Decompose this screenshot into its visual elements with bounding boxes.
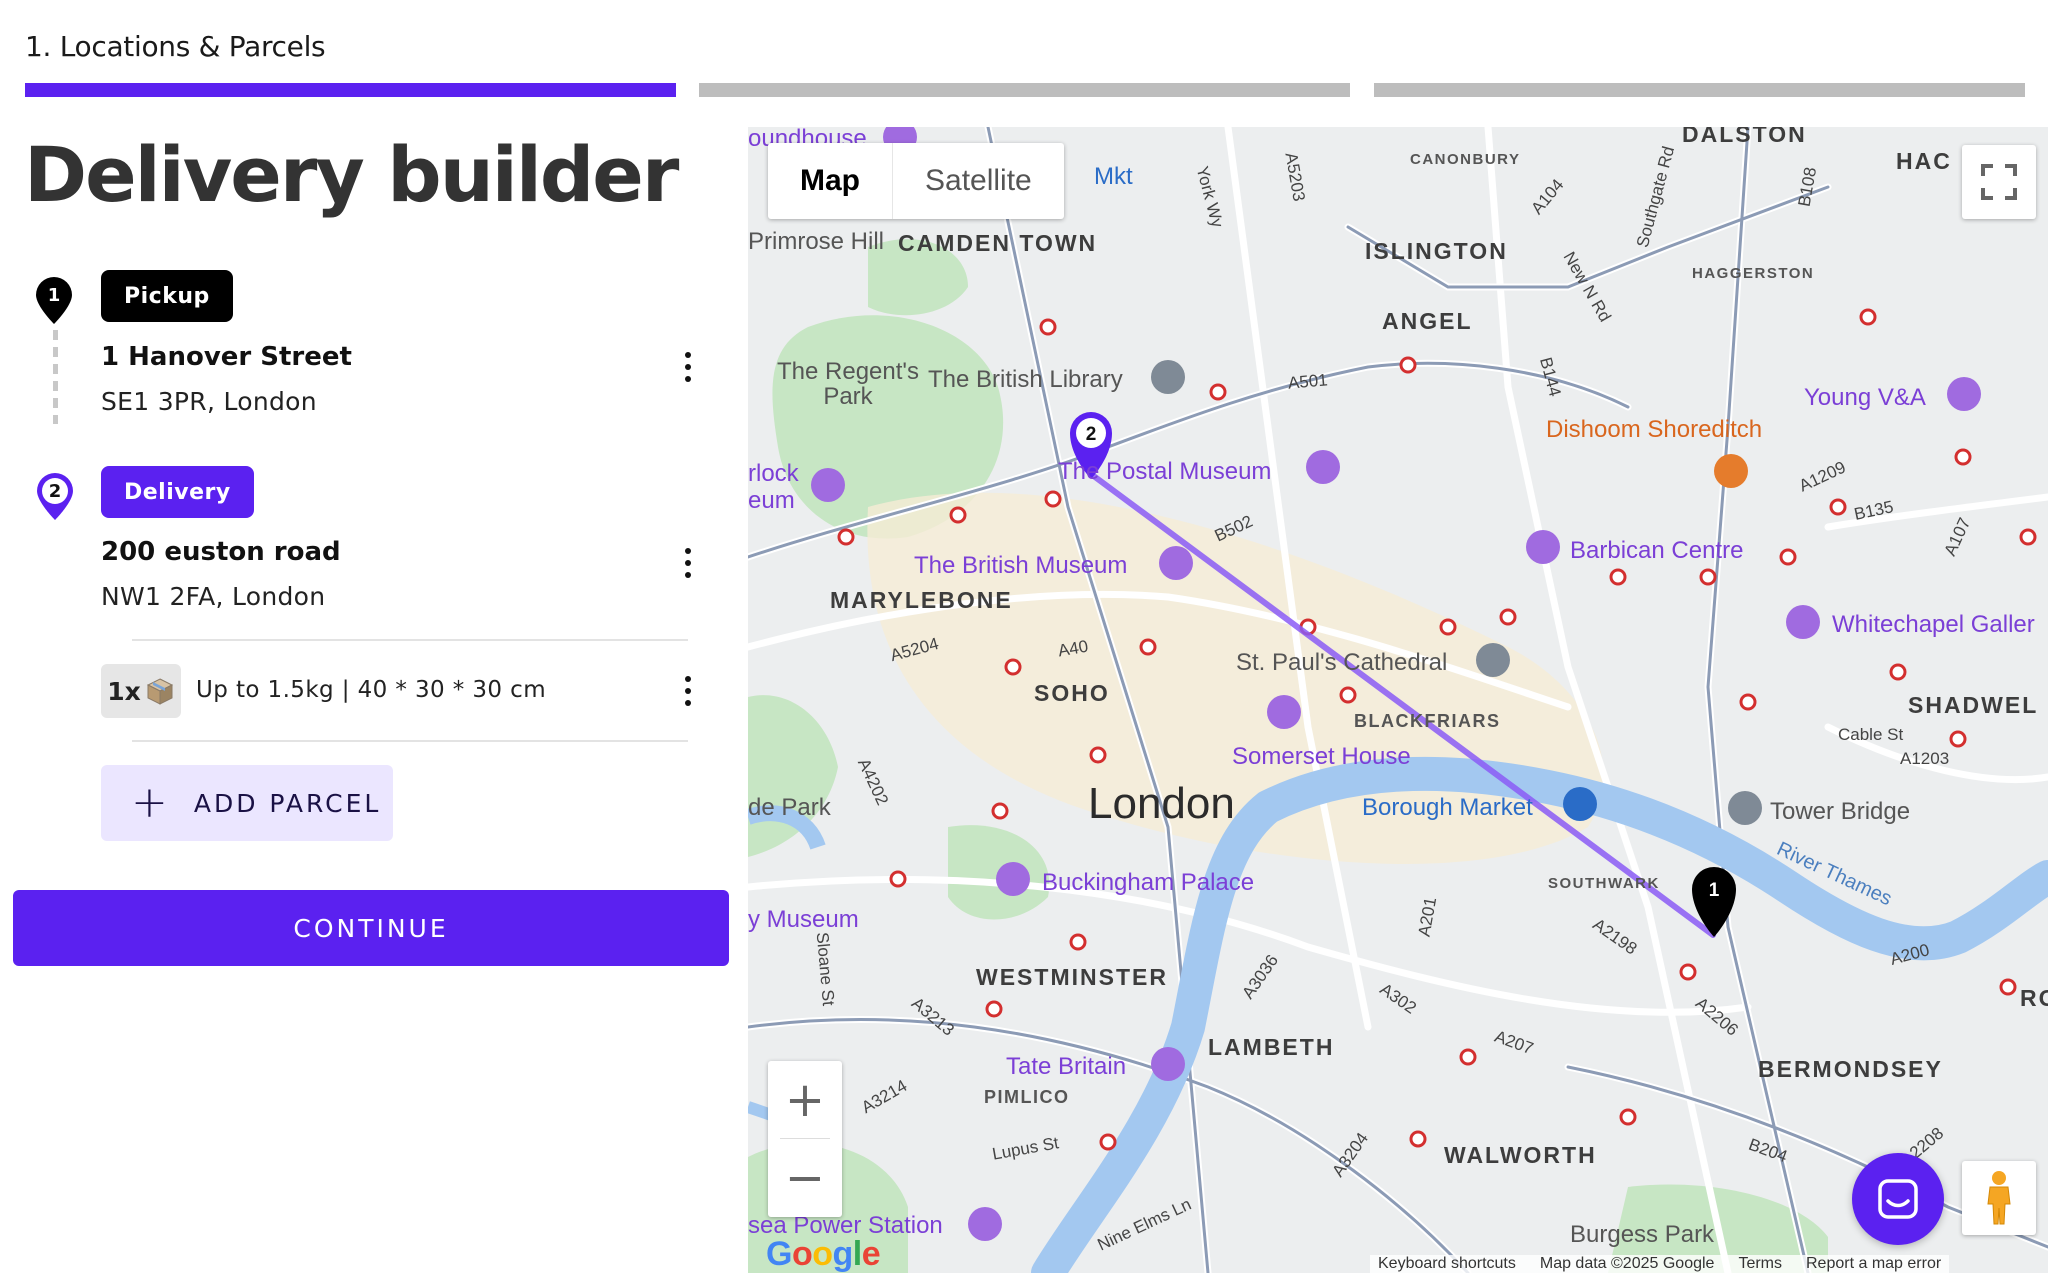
delivery-address-name: 200 euston road bbox=[101, 537, 341, 567]
parcel-more-menu-icon[interactable] bbox=[673, 669, 703, 713]
map-data-text: Map data ©2025 Google bbox=[1539, 1255, 1715, 1272]
map-label-area: HAGGERSTON bbox=[1692, 265, 1815, 282]
pegman-icon bbox=[1987, 1171, 2011, 1225]
map-label-district: SHADWEL bbox=[1908, 692, 2039, 718]
report-map-error-link[interactable]: Report a map error bbox=[1806, 1255, 1941, 1273]
map-label-partial: de Park bbox=[748, 794, 831, 821]
map-label-area: SOUTHWARK bbox=[1548, 875, 1660, 892]
map-label-poi: Burgess Park bbox=[1570, 1221, 1715, 1248]
map-label-poi: St. Paul's Cathedral bbox=[1236, 649, 1448, 676]
pickup-pin-icon: 1 bbox=[33, 276, 75, 326]
map-attribution: Keyboard shortcuts Map data ©2025 Google… bbox=[1370, 1255, 1950, 1273]
pickup-address-name: 1 Hanover Street bbox=[101, 342, 352, 372]
map-label-district: SOHO bbox=[1034, 680, 1110, 706]
google-logo: Google bbox=[766, 1235, 881, 1273]
map-label-poi: Barbican Centre bbox=[1570, 537, 1744, 564]
pickup-badge: Pickup bbox=[101, 270, 233, 322]
delivery-pin-number: 2 bbox=[48, 481, 62, 502]
map-label-partial: y Museum bbox=[748, 906, 859, 933]
street-view-pegman-button[interactable] bbox=[1962, 1161, 2036, 1235]
map-label-poi: Whitechapel Galler bbox=[1832, 611, 2035, 638]
progress-segment-2 bbox=[699, 83, 1350, 97]
parcel-box-icon bbox=[146, 678, 173, 705]
map-label-road: Cable St bbox=[1838, 725, 1904, 744]
progress-segment-3 bbox=[1374, 83, 2025, 97]
route-map[interactable]: 2 1 CAMDEN TOWN ISLINGTON ANGEL MARYLEBO… bbox=[748, 127, 2048, 1273]
map-label-road: A1203 bbox=[1900, 749, 1950, 768]
step-title: 1. Locations & Parcels bbox=[25, 30, 326, 63]
map-label-district: ANGEL bbox=[1382, 308, 1473, 334]
map-label-poi: Young V&A bbox=[1804, 384, 1926, 411]
continue-button[interactable]: CONTINUE bbox=[13, 890, 729, 966]
parcel-quantity-chip: 1x bbox=[101, 664, 181, 718]
terms-link[interactable]: Terms bbox=[1738, 1255, 1782, 1273]
map-label-poi: Somerset House bbox=[1232, 743, 1411, 770]
map-label-district: BLACKFRIARS bbox=[1354, 711, 1501, 731]
map-label-area: CANONBURY bbox=[1410, 151, 1521, 168]
pickup-more-menu-icon[interactable] bbox=[673, 345, 703, 389]
zoom-separator bbox=[780, 1138, 830, 1139]
map-label-partial: HAC bbox=[1896, 148, 1952, 174]
map-label-partial: Mkt bbox=[1094, 163, 1133, 190]
map-label-partial: rlock bbox=[748, 460, 799, 487]
delivery-address-detail: NW1 2FA, London bbox=[101, 582, 326, 611]
map-label-poi: Tate Britain bbox=[1006, 1053, 1127, 1080]
fullscreen-icon bbox=[1981, 164, 2017, 200]
delivery-pin-icon: 2 bbox=[34, 472, 76, 522]
map-label-poi: The Regent's Park bbox=[777, 358, 919, 411]
zoom-out-button[interactable]: − bbox=[768, 1139, 842, 1217]
map-base: 2 1 bbox=[748, 127, 2048, 1273]
map-label-district: LAMBETH bbox=[1208, 1034, 1335, 1060]
parcel-quantity: 1x bbox=[107, 676, 141, 706]
map-label-poi: The British Library bbox=[928, 366, 1123, 393]
map-label-partial: eum bbox=[748, 487, 795, 514]
map-label-district: ISLINGTON bbox=[1365, 238, 1508, 264]
parcel-description: Up to 1.5kg | 40 * 30 * 30 cm bbox=[196, 677, 547, 703]
progress-segment-1 bbox=[25, 83, 676, 97]
chat-launcher-button[interactable] bbox=[1852, 1153, 1944, 1245]
pickup-pin-number: 1 bbox=[47, 285, 61, 306]
divider bbox=[132, 639, 688, 641]
add-parcel-button[interactable]: + ADD PARCEL bbox=[101, 765, 393, 841]
zoom-control: + − bbox=[768, 1061, 842, 1217]
map-label-district: WALWORTH bbox=[1444, 1142, 1597, 1168]
svg-text:1: 1 bbox=[1709, 880, 1720, 901]
zoom-in-button[interactable]: + bbox=[768, 1061, 842, 1139]
plus-icon: + bbox=[131, 777, 168, 828]
map-label-poi: Borough Market bbox=[1362, 794, 1533, 821]
map-label-district: CAMDEN TOWN bbox=[898, 230, 1098, 256]
map-label-partial: RO bbox=[2020, 985, 2048, 1011]
pickup-address-detail: SE1 3PR, London bbox=[101, 387, 317, 416]
map-type-control: Map Satellite bbox=[768, 143, 1064, 219]
map-label-district: BERMONDSEY bbox=[1758, 1056, 1943, 1082]
map-label-poi: Tower Bridge bbox=[1770, 798, 1911, 825]
map-label-road: A501 bbox=[1287, 370, 1329, 393]
delivery-more-menu-icon[interactable] bbox=[673, 541, 703, 585]
map-type-satellite-button[interactable]: Satellite bbox=[892, 143, 1064, 219]
map-label-poi: The British Museum bbox=[914, 552, 1128, 579]
map-label-poi: Dishoom Shoreditch bbox=[1546, 416, 1763, 443]
map-label-poi: Buckingham Palace bbox=[1042, 869, 1255, 896]
map-label-city: London bbox=[1088, 779, 1235, 828]
map-label-district: WESTMINSTER bbox=[976, 964, 1168, 990]
map-label-poi: Primrose Hill bbox=[748, 228, 885, 255]
divider bbox=[132, 740, 688, 742]
add-parcel-label: ADD PARCEL bbox=[193, 788, 382, 818]
fullscreen-button[interactable] bbox=[1962, 145, 2036, 219]
map-label-district: DALSTON bbox=[1682, 127, 1807, 147]
route-dashline bbox=[53, 330, 58, 424]
map-type-map-button[interactable]: Map bbox=[768, 143, 892, 219]
svg-text:2: 2 bbox=[1086, 424, 1097, 445]
page-title: Delivery builder bbox=[24, 130, 679, 219]
chat-icon bbox=[1878, 1179, 1918, 1219]
delivery-badge: Delivery bbox=[101, 466, 254, 518]
map-label-district: MARYLEBONE bbox=[830, 587, 1013, 613]
keyboard-shortcuts-link[interactable]: Keyboard shortcuts bbox=[1378, 1255, 1516, 1273]
map-label-poi: The Postal Museum bbox=[1058, 458, 1272, 485]
map-label-area: PIMLICO bbox=[984, 1087, 1070, 1107]
